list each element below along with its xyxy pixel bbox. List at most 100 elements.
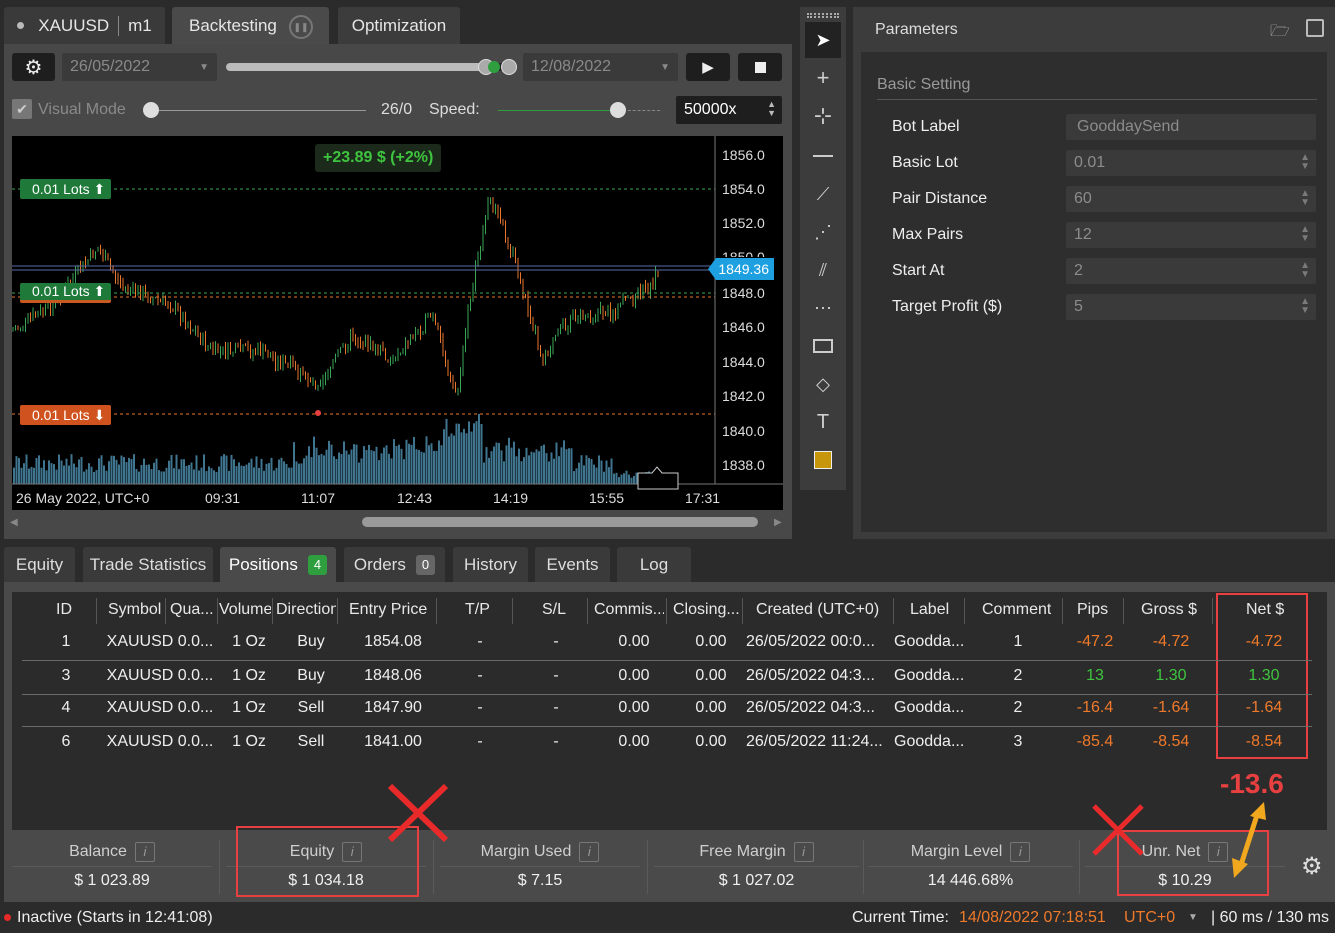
- col-header-gross[interactable]: Gross $: [1141, 601, 1197, 619]
- range-handle-end[interactable]: [501, 59, 517, 75]
- col-sep[interactable]: [666, 598, 667, 624]
- col-sep[interactable]: [1123, 598, 1124, 624]
- trendline-icon[interactable]: ⟋: [805, 176, 841, 212]
- color-picker-icon[interactable]: [805, 442, 841, 478]
- lot-label-sell[interactable]: 0.01 Lots ⬇: [20, 405, 111, 425]
- tab-orders[interactable]: Orders 0: [344, 547, 445, 582]
- col-sep[interactable]: [337, 598, 338, 624]
- spinner-arrows-icon[interactable]: ▲ ▼: [1300, 189, 1310, 208]
- crosshair-icon[interactable]: +: [805, 60, 841, 96]
- tab-equity[interactable]: Equity: [4, 547, 75, 582]
- fibonacci-fan-icon[interactable]: ⋰: [805, 214, 841, 250]
- visual-slider-track[interactable]: [150, 110, 366, 111]
- col-header-closing[interactable]: Closing...: [673, 601, 741, 619]
- price-chart[interactable]: [12, 136, 783, 510]
- col-header-label[interactable]: Label: [910, 601, 949, 619]
- tab-log[interactable]: Log: [617, 547, 691, 582]
- volume-bar: [200, 467, 203, 484]
- col-header-pips[interactable]: Pips: [1077, 601, 1108, 619]
- col-sep[interactable]: [964, 598, 965, 624]
- param-input-start-at[interactable]: 2 ▲ ▼: [1066, 258, 1316, 284]
- col-header-direction[interactable]: Direction: [276, 601, 336, 619]
- scroll-left-icon[interactable]: ◀: [10, 517, 18, 528]
- save-icon[interactable]: [1306, 19, 1324, 37]
- col-sep[interactable]: [217, 598, 218, 624]
- date-range-slider[interactable]: [226, 59, 517, 75]
- col-sep[interactable]: [96, 598, 97, 624]
- param-input-target-profit[interactable]: 5 ▲ ▼: [1066, 294, 1316, 320]
- visual-slider-handle[interactable]: [143, 102, 159, 118]
- pause-icon[interactable]: ❚❚: [289, 15, 313, 39]
- start-date-picker[interactable]: 26/05/2022 ▼: [62, 53, 217, 81]
- col-header-id[interactable]: ID: [56, 601, 72, 619]
- settings-gear-icon[interactable]: ⚙: [1301, 852, 1323, 881]
- col-header-commission[interactable]: Commis...: [594, 601, 664, 619]
- timezone-select[interactable]: UTC+0: [1124, 909, 1175, 927]
- spinner-arrows-icon[interactable]: ▲ ▼: [1300, 153, 1310, 172]
- chart-scrollbar[interactable]: [362, 517, 758, 527]
- info-icon[interactable]: i: [579, 842, 600, 862]
- crosshair-measure-icon[interactable]: ⊹: [805, 98, 841, 134]
- visual-mode-checkbox[interactable]: ✔: [12, 99, 32, 119]
- text-tool-icon[interactable]: T: [805, 404, 841, 440]
- lot-label-buy-1[interactable]: 0.01 Lots ⬆: [20, 179, 111, 199]
- settings-gear-icon[interactable]: ⚙: [12, 53, 55, 81]
- tab-positions[interactable]: Positions 4: [220, 547, 336, 582]
- col-header-comment[interactable]: Comment: [982, 601, 1051, 619]
- param-input-bot-label[interactable]: GooddaySend: [1066, 114, 1316, 140]
- diamond-shape-icon[interactable]: ◇: [805, 366, 841, 402]
- play-button[interactable]: ▶: [686, 53, 730, 81]
- rectangle-icon[interactable]: [805, 328, 841, 364]
- col-header-volume[interactable]: Volume: [219, 601, 271, 619]
- info-icon[interactable]: i: [134, 842, 155, 862]
- tab-optimization[interactable]: Optimization: [338, 7, 460, 44]
- end-date-picker[interactable]: 12/08/2022 ▼: [523, 53, 678, 81]
- toolbar-grip-icon[interactable]: [807, 13, 839, 18]
- speed-input[interactable]: 50000x ▲ ▼: [676, 96, 782, 124]
- symbol-tab[interactable]: XAUUSD m1: [4, 7, 165, 44]
- col-sep[interactable]: [1062, 598, 1063, 624]
- lot-label-buy-2[interactable]: 0.01 Lots ⬆: [20, 283, 111, 303]
- col-header-quantity[interactable]: Qua...: [170, 601, 216, 619]
- col-header-sl[interactable]: S/L: [542, 601, 566, 619]
- tab-backtesting[interactable]: Backtesting ❚❚: [172, 7, 329, 44]
- info-icon[interactable]: i: [1010, 842, 1031, 862]
- col-sep[interactable]: [742, 598, 743, 624]
- col-sep[interactable]: [512, 598, 513, 624]
- param-input-pair-distance[interactable]: 60 ▲ ▼: [1066, 186, 1316, 212]
- col-sep[interactable]: [1212, 598, 1213, 624]
- tab-history[interactable]: History: [453, 547, 528, 582]
- speed-slider-handle[interactable]: [610, 102, 626, 118]
- volume-bar: [53, 464, 55, 484]
- col-sep[interactable]: [893, 598, 894, 624]
- spinner-arrows-icon[interactable]: ▲ ▼: [767, 100, 776, 118]
- horizontal-line-icon[interactable]: [805, 138, 841, 174]
- param-input-basic-lot[interactable]: 0.01 ▲ ▼: [1066, 150, 1316, 176]
- col-sep[interactable]: [587, 598, 588, 624]
- col-sep[interactable]: [436, 598, 437, 624]
- stop-button[interactable]: [738, 53, 782, 81]
- cell-gross: -8.54: [1152, 733, 1190, 750]
- chevron-down-icon[interactable]: ▼: [1188, 912, 1198, 923]
- col-sep[interactable]: [165, 598, 166, 624]
- col-sep[interactable]: [272, 598, 273, 624]
- cursor-arrow-icon[interactable]: ➤: [805, 22, 841, 58]
- volume-bar: [150, 469, 153, 484]
- folder-open-icon[interactable]: 🗁: [1270, 20, 1290, 47]
- spinner-arrows-icon[interactable]: ▲ ▼: [1300, 225, 1310, 244]
- info-icon[interactable]: i: [793, 842, 814, 862]
- spinner-arrows-icon[interactable]: ▲ ▼: [1300, 297, 1310, 316]
- y-tick: 1852.0: [722, 215, 765, 231]
- spinner-arrows-icon[interactable]: ▲ ▼: [1300, 261, 1310, 280]
- col-header-symbol[interactable]: Symbol: [108, 601, 164, 619]
- col-header-tp[interactable]: T/P: [465, 601, 490, 619]
- scroll-marker-icon[interactable]: [637, 466, 679, 490]
- col-header-entry-price[interactable]: Entry Price: [349, 601, 427, 619]
- col-header-created[interactable]: Created (UTC+0): [756, 601, 879, 619]
- tab-trade-statistics[interactable]: Trade Statistics: [83, 547, 213, 582]
- tab-events[interactable]: Events: [535, 547, 610, 582]
- param-input-max-pairs[interactable]: 12 ▲ ▼: [1066, 222, 1316, 248]
- scroll-right-icon[interactable]: ▶: [774, 517, 782, 528]
- fibonacci-retracement-icon[interactable]: ⋯: [805, 290, 841, 326]
- pitchfork-icon[interactable]: ⫽: [805, 252, 841, 288]
